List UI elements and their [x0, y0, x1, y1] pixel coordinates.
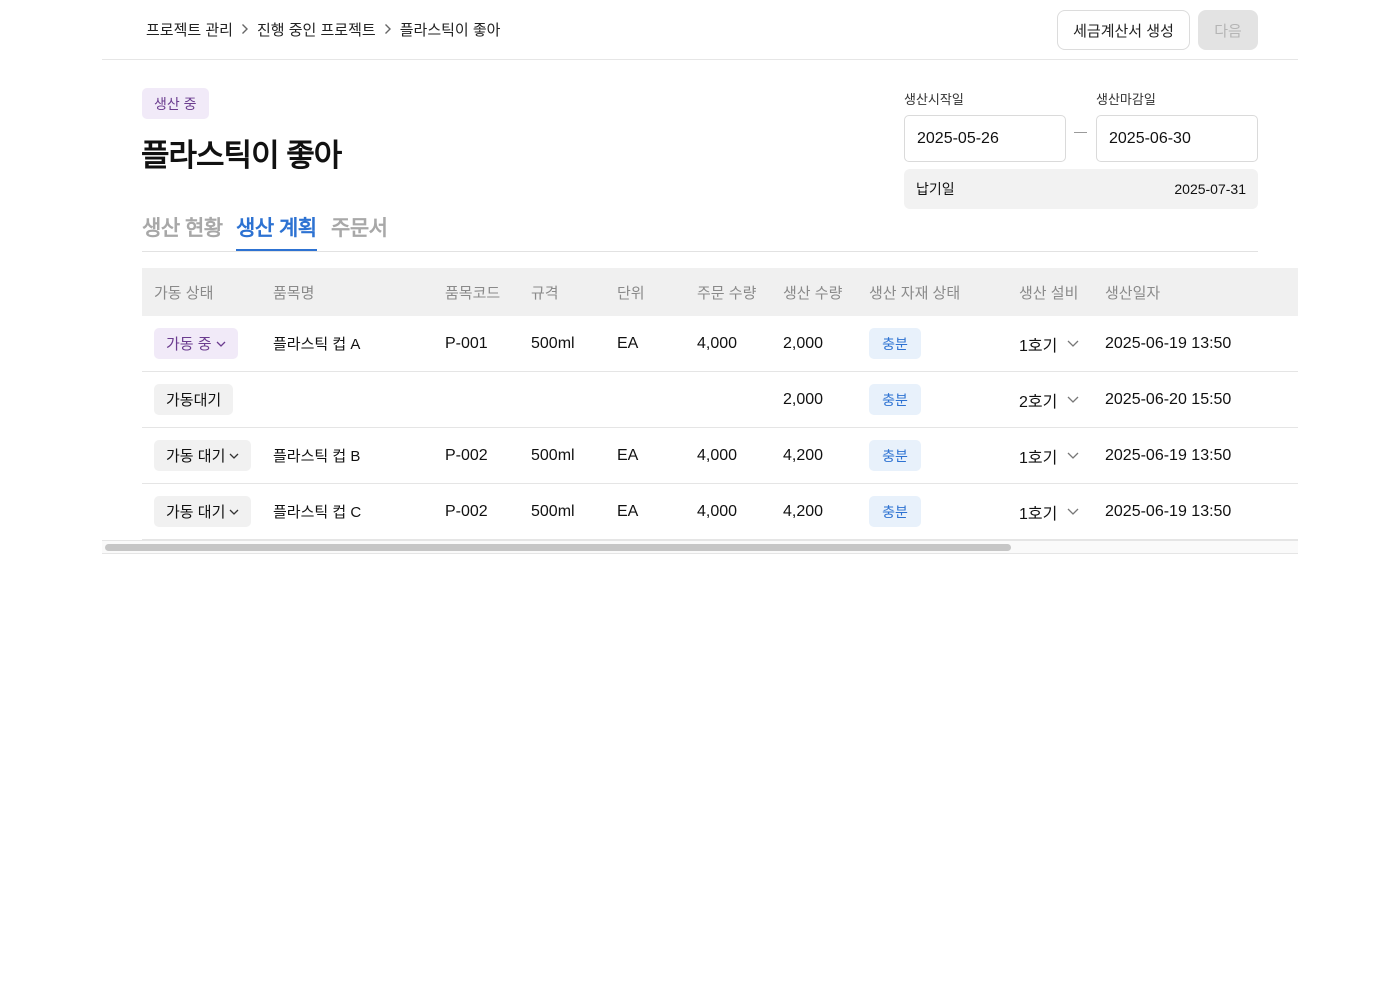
production-plan-table: 가동 상태 품목명 품목코드 규격 단위 주문 수량 생산 수량 생산 자재 상… — [142, 268, 1298, 540]
operation-status-label: 가동 대기 — [166, 448, 226, 465]
item-name: 플라스틱 컵 A — [273, 336, 361, 353]
equipment-label: 1호기 — [1019, 505, 1058, 523]
column-header: 생산일자 — [1105, 284, 1161, 302]
item-spec: 500ml — [531, 334, 575, 352]
production-quantity: 4,200 — [783, 502, 824, 520]
order-quantity: 4,000 — [697, 502, 738, 520]
operation-status-dropdown[interactable]: 가동 중 — [154, 328, 238, 359]
equipment-dropdown[interactable]: 2호기 — [1019, 372, 1079, 427]
chevron-down-icon — [216, 341, 226, 347]
production-date: 2025-06-19 13:50 — [1105, 502, 1232, 520]
item-code: P-002 — [445, 502, 488, 520]
item-code: P-001 — [445, 334, 488, 352]
chevron-down-icon — [1067, 452, 1079, 459]
equipment-label: 2호기 — [1019, 393, 1058, 411]
item-unit: EA — [617, 502, 639, 520]
table-header: 가동 상태 품목명 품목코드 규격 단위 주문 수량 생산 수량 생산 자재 상… — [142, 268, 1298, 316]
production-date: 2025-06-19 13:50 — [1105, 446, 1232, 464]
chevron-right-icon — [241, 23, 249, 35]
table-horizontal-scrollbar[interactable] — [102, 540, 1298, 554]
chevron-down-icon — [1067, 340, 1079, 347]
table-row: 가동 대기 플라스틱 컵 C P-002 500ml EA 4,000 4,20… — [142, 484, 1298, 540]
operation-status-label: 가동 대기 — [166, 504, 226, 521]
material-status-badge: 충분 — [869, 440, 921, 471]
table-row: 가동 대기 플라스틱 컵 B P-002 500ml EA 4,000 4,20… — [142, 428, 1298, 484]
equipment-dropdown[interactable]: 1호기 — [1019, 428, 1079, 483]
material-status-badge: 충분 — [869, 496, 921, 527]
item-name: 플라스틱 컵 B — [273, 448, 361, 465]
date-range-dash — [1074, 132, 1087, 133]
table-row: 가동대기 2,000 충분 2호기 2025-06-20 15:50 — [142, 372, 1298, 428]
item-unit: EA — [617, 446, 639, 464]
scrollbar-thumb[interactable] — [105, 544, 1011, 551]
due-date-box: 납기일 2025-07-31 — [904, 169, 1258, 209]
operation-status-dropdown[interactable]: 가동 대기 — [154, 440, 252, 471]
chevron-down-icon — [1067, 396, 1079, 403]
item-spec: 500ml — [531, 446, 575, 464]
column-header: 생산 설비 — [1019, 284, 1079, 302]
operation-status-label: 가동 중 — [166, 336, 212, 353]
tab-bar: 생산 현황 생산 계획 주문서 — [142, 208, 1258, 252]
order-quantity: 4,000 — [697, 446, 738, 464]
due-date-label: 납기일 — [916, 181, 955, 197]
item-name: 플라스틱 컵 C — [273, 504, 362, 521]
create-invoice-button[interactable]: 세금계산서 생성 — [1057, 10, 1190, 50]
column-header: 단위 — [617, 284, 645, 302]
equipment-dropdown[interactable]: 1호기 — [1019, 316, 1079, 371]
end-date-label: 생산마감일 — [1096, 92, 1156, 107]
item-code: P-002 — [445, 446, 488, 464]
breadcrumb-item-current: 플라스틱이 좋아 — [399, 21, 501, 39]
next-button[interactable]: 다음 — [1198, 10, 1258, 50]
table-row: 가동 중 플라스틱 컵 A P-001 500ml EA 4,000 2,000… — [142, 316, 1298, 372]
start-date-label: 생산시작일 — [904, 92, 964, 107]
tab-order-sheet[interactable]: 주문서 — [331, 212, 388, 251]
equipment-label: 1호기 — [1019, 449, 1058, 467]
order-quantity: 4,000 — [697, 334, 738, 352]
production-quantity: 4,200 — [783, 446, 824, 464]
item-unit: EA — [617, 334, 639, 352]
start-date-input[interactable]: 2025-05-26 — [904, 115, 1066, 162]
top-header: 프로젝트 관리 진행 중인 프로젝트 플라스틱이 좋아 세금계산서 생성 다음 — [102, 0, 1298, 60]
operation-status-label: 가동대기 — [166, 392, 222, 409]
item-spec: 500ml — [531, 502, 575, 520]
chevron-down-icon — [229, 453, 239, 459]
header-actions: 세금계산서 생성 다음 — [1057, 10, 1258, 50]
tab-production-plan[interactable]: 생산 계획 — [236, 212, 317, 251]
operation-status-dropdown[interactable]: 가동 대기 — [154, 496, 252, 527]
column-header: 생산 자재 상태 — [869, 284, 961, 302]
project-status-badge: 생산 중 — [142, 88, 209, 119]
material-status-badge: 충분 — [869, 384, 921, 415]
production-date: 2025-06-20 15:50 — [1105, 390, 1232, 408]
column-header: 가동 상태 — [154, 284, 214, 302]
end-date-input[interactable]: 2025-06-30 — [1096, 115, 1258, 162]
operation-status-badge: 가동대기 — [154, 384, 234, 415]
equipment-dropdown[interactable]: 1호기 — [1019, 484, 1079, 539]
column-header: 생산 수량 — [783, 284, 843, 302]
tab-production-status[interactable]: 생산 현황 — [142, 212, 223, 251]
column-header: 주문 수량 — [697, 284, 757, 302]
chevron-down-icon — [229, 509, 239, 515]
page-title: 플라스틱이 좋아 — [141, 138, 342, 173]
production-date: 2025-06-19 13:50 — [1105, 334, 1232, 352]
column-header: 품목코드 — [445, 284, 501, 302]
production-quantity: 2,000 — [783, 334, 824, 352]
column-header: 품목명 — [273, 284, 315, 302]
due-date-value: 2025-07-31 — [1174, 181, 1246, 197]
breadcrumb-item-projects[interactable]: 프로젝트 관리 — [146, 19, 233, 40]
chevron-down-icon — [1067, 508, 1079, 515]
material-status-badge: 충분 — [869, 328, 921, 359]
chevron-right-icon — [384, 23, 392, 35]
breadcrumb: 프로젝트 관리 진행 중인 프로젝트 플라스틱이 좋아 — [146, 0, 501, 58]
production-quantity: 2,000 — [783, 390, 824, 408]
breadcrumb-item-in-progress[interactable]: 진행 중인 프로젝트 — [257, 19, 376, 40]
column-header: 규격 — [531, 284, 559, 302]
equipment-label: 1호기 — [1019, 337, 1058, 355]
